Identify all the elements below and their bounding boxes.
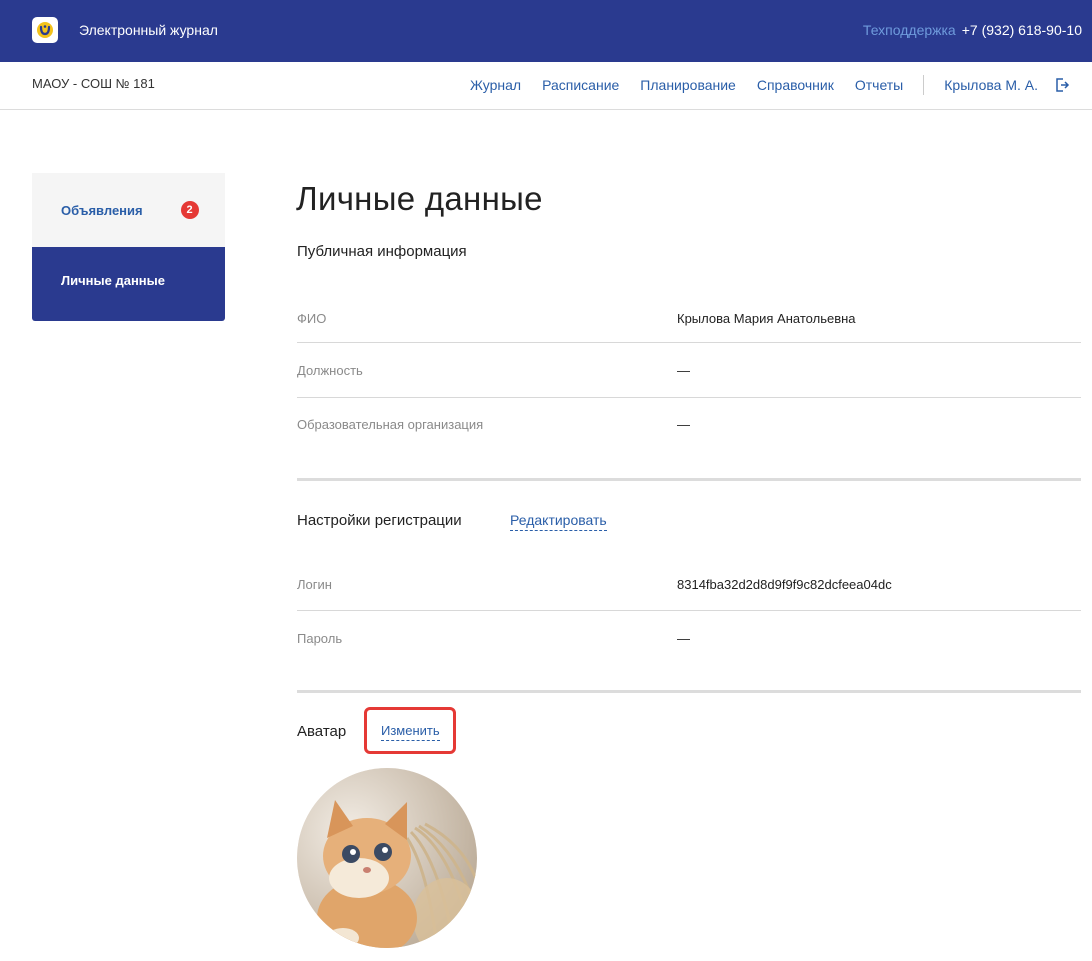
field-label: Должность <box>297 363 363 378</box>
nav-menu: Журнал Расписание Планирование Справочни… <box>449 75 1070 95</box>
field-label: Образовательная организация <box>297 417 484 432</box>
avatar-title: Аватар <box>297 723 347 740</box>
field-value: — <box>677 363 690 378</box>
info-row-password: Пароль — <box>297 631 1081 686</box>
info-row-fio: ФИО Крылова Мария Анатольевна <box>297 311 1081 366</box>
field-label: Логин <box>297 577 332 592</box>
app-title[interactable]: Электронный журнал <box>79 22 218 38</box>
change-avatar-link[interactable]: Изменить <box>381 723 440 741</box>
nav-link-reports[interactable]: Отчеты <box>855 77 903 93</box>
info-row-organization: Образовательная организация — <box>297 417 1081 472</box>
main-navbar: МАОУ - СОШ № 181 Журнал Расписание Плани… <box>0 62 1092 110</box>
info-row-login: Логин 8314fba32d2d8d9f9f9c82dcfeea04dc <box>297 577 1081 632</box>
field-value: 8314fba32d2d8d9f9f9c82dcfeea04dc <box>677 577 892 592</box>
user-name-link[interactable]: Крылова М. А. <box>944 77 1038 93</box>
support-link[interactable]: Техподдержка <box>863 22 956 38</box>
field-label: Пароль <box>297 631 343 646</box>
top-header: Электронный журнал Техподдержка +7 (932) … <box>0 0 1092 62</box>
nav-link-journal[interactable]: Журнал <box>470 77 521 93</box>
page-title: Личные данные <box>296 180 543 217</box>
nav-link-schedule[interactable]: Расписание <box>542 77 619 93</box>
section-divider <box>297 690 1081 693</box>
sidebar-item-personal-data[interactable]: Личные данные <box>32 247 225 321</box>
row-divider <box>297 397 1081 398</box>
sidebar: Объявления 2 Личные данные <box>32 173 225 321</box>
edit-registration-link[interactable]: Редактировать <box>510 512 607 531</box>
app-logo-icon[interactable] <box>32 17 58 43</box>
row-divider <box>297 610 1081 611</box>
field-label: ФИО <box>297 311 327 326</box>
support-phone: +7 (932) 618-90-10 <box>961 22 1082 38</box>
field-value: — <box>677 417 690 432</box>
field-value: Крылова Мария Анатольевна <box>677 311 856 326</box>
sidebar-item-label: Объявления <box>61 202 143 218</box>
nav-divider <box>923 75 925 95</box>
school-name: МАОУ - СОШ № 181 <box>32 76 155 91</box>
nav-link-planning[interactable]: Планирование <box>640 77 736 93</box>
avatar-image <box>297 768 477 948</box>
logout-icon[interactable] <box>1054 77 1070 93</box>
sidebar-item-announcements[interactable]: Объявления 2 <box>32 173 225 247</box>
registration-title: Настройки регистрации <box>297 512 462 529</box>
notification-badge: 2 <box>180 201 199 219</box>
section-divider <box>297 478 1081 481</box>
sidebar-item-label: Личные данные <box>61 273 165 288</box>
field-value: — <box>677 631 690 646</box>
nav-link-reference[interactable]: Справочник <box>757 77 834 93</box>
public-info-title: Публичная информация <box>297 243 467 260</box>
row-divider <box>297 342 1081 343</box>
support-info: Техподдержка +7 (932) 618-90-10 <box>863 22 1082 38</box>
info-row-position: Должность — <box>297 363 1081 418</box>
